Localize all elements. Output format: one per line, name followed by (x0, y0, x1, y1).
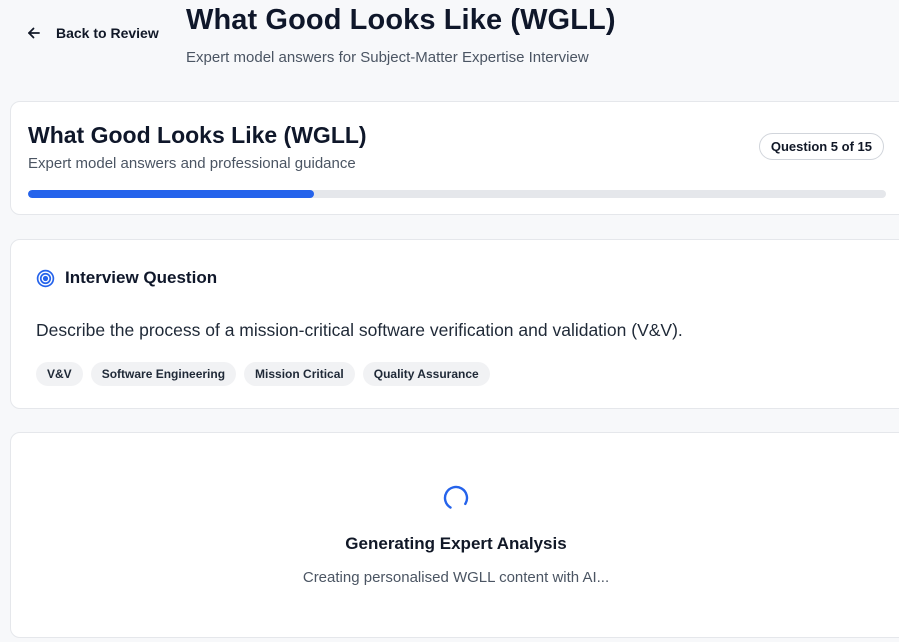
interview-question-heading: Interview Question (65, 268, 218, 287)
spinner-icon (443, 485, 469, 511)
progress-bar-fill (28, 190, 314, 198)
question-tags: V&V Software Engineering Mission Critica… (36, 362, 490, 386)
page-subtitle: Expert model answers for Subject-Matter … (186, 49, 589, 66)
tag-quality-assurance: Quality Assurance (362, 362, 490, 386)
loading-subtitle: Creating personalised WGLL content with … (302, 569, 610, 586)
loading-card: Generating Expert Analysis Creating pers… (10, 432, 899, 638)
progress-card: What Good Looks Like (WGLL) Expert model… (10, 101, 899, 215)
wgll-page: Back to Review What Good Looks Like (WGL… (0, 0, 899, 642)
tag-software-engineering: Software Engineering (90, 362, 237, 386)
tag-vv: V&V (36, 362, 83, 386)
arrow-left-icon (28, 27, 40, 39)
progress-bar (28, 190, 886, 198)
loading-title: Generating Expert Analysis (345, 534, 567, 553)
back-to-review-button[interactable]: Back to Review (26, 25, 159, 41)
target-icon (36, 269, 55, 287)
page-title: What Good Looks Like (WGLL) (186, 4, 616, 36)
progress-card-title: What Good Looks Like (WGLL) (28, 122, 367, 148)
progress-card-subtitle: Expert model answers and professional gu… (28, 155, 356, 172)
interview-question-card: Interview Question Describe the process … (10, 239, 899, 409)
question-counter-badge: Question 5 of 15 (758, 133, 884, 160)
interview-question-text: Describe the process of a mission-critic… (36, 320, 683, 340)
interview-question-header: Interview Question (36, 268, 217, 288)
back-label: Back to Review (56, 25, 159, 41)
tag-mission-critical: Mission Critical (244, 362, 355, 386)
